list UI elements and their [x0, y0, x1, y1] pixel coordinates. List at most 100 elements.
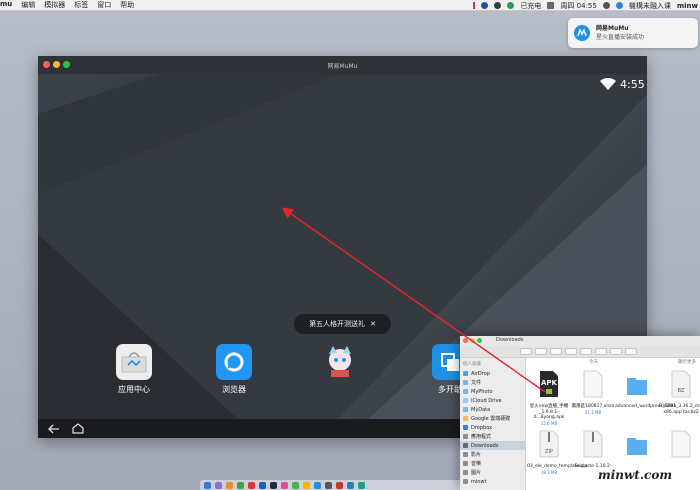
finder-titlebar[interactable]: Downloads	[460, 336, 700, 346]
zoom-window-button[interactable]	[63, 61, 70, 68]
dock-app-icon[interactable]	[303, 481, 310, 489]
browser-app[interactable]: 浏览器	[204, 344, 264, 395]
menu-help[interactable]: 帮助	[120, 0, 134, 10]
dock-app-icon[interactable]	[281, 481, 288, 489]
promo-close-icon[interactable]: ✕	[370, 320, 376, 328]
dock-app-icon[interactable]	[237, 481, 244, 489]
finder-toolbar	[460, 346, 700, 358]
dock-app-icon[interactable]	[358, 481, 365, 489]
minimize-window-button[interactable]	[53, 61, 60, 68]
menubar-end-text[interactable]: minw	[677, 2, 698, 10]
promo-toast[interactable]: 第五人格开测送礼 ✕	[294, 314, 391, 334]
sidebar-item-music[interactable]: 音樂	[463, 459, 525, 468]
sidebar-item-myphoto[interactable]: MyPhoto	[463, 387, 525, 396]
notification-banner[interactable]: 网易MuMu 星火直播安装成功	[568, 18, 698, 48]
dock-app-icon[interactable]	[314, 481, 321, 489]
sidebar-item-applications[interactable]: 應用程式	[463, 432, 525, 441]
dock-app-icon[interactable]	[347, 481, 354, 489]
flag-icon[interactable]	[547, 2, 555, 9]
gallery-view-button[interactable]	[565, 348, 577, 355]
dock-app-icon[interactable]	[248, 481, 255, 489]
tags-button[interactable]	[625, 348, 637, 355]
emulator-title: 网易MuMu	[327, 62, 358, 70]
menubar-menus: mu 编辑 模拟器 标签 窗口 帮助	[0, 0, 134, 10]
dock-finder-icon[interactable]	[204, 481, 211, 489]
sidebar-item-movies[interactable]: 影片	[463, 450, 525, 459]
charging-status[interactable]: 已充电	[520, 1, 541, 11]
zip-file-icon: ZIP	[539, 430, 559, 458]
file-item-folder-2[interactable]	[615, 430, 659, 464]
sidebar-item-home[interactable]: minwt	[463, 477, 525, 486]
archive-file-icon	[583, 430, 603, 458]
cloud-icon	[463, 398, 468, 403]
show-more-link[interactable]: 顯示更多	[678, 359, 696, 365]
clock-status[interactable]: 周四 04:55	[560, 1, 596, 11]
finder-minimize-button[interactable]	[470, 338, 475, 343]
file-item-apk[interactable]: APK 星火new直播_手機 _1.9.8.1-0...8yong.apk 15…	[527, 370, 571, 426]
dock-app-icon[interactable]	[336, 481, 343, 489]
game-app[interactable]	[310, 344, 370, 384]
file-item-xlsm[interactable]: 鳳凰區180817.xlsm 41.1 MB	[571, 370, 615, 415]
finder-title: Downloads	[496, 337, 524, 343]
menu-window[interactable]: 窗口	[97, 0, 111, 10]
sidebar-item-documents[interactable]: 文件	[463, 378, 525, 387]
notification-message: 星火直播安装成功	[596, 34, 645, 41]
sidebar-item-downloads[interactable]: Downloads	[460, 441, 526, 450]
browser-label: 浏览器	[222, 385, 246, 394]
dropbox-icon[interactable]	[494, 2, 502, 9]
watermark: minwt.com	[598, 468, 673, 482]
google-drive-icon	[463, 416, 468, 421]
share-button[interactable]	[610, 348, 622, 355]
dock-app-icon[interactable]	[292, 481, 299, 489]
file-item-bz2[interactable]: BZ FileZilla_3.36.2_macosx-x86.app.tar.b…	[659, 370, 700, 415]
column-view-button[interactable]	[550, 348, 562, 355]
siri-icon[interactable]	[615, 2, 623, 9]
pictures-icon	[463, 470, 468, 475]
close-window-button[interactable]	[43, 61, 50, 68]
svg-text:APK: APK	[541, 379, 558, 387]
dock-app-icon[interactable]	[226, 481, 233, 489]
menu-app[interactable]: mu	[0, 0, 12, 10]
line-icon[interactable]	[507, 2, 515, 9]
emulator-titlebar[interactable]: 网易MuMu	[38, 56, 647, 74]
home-icon	[72, 423, 84, 434]
folder-icon	[463, 380, 468, 385]
dock-app-icon[interactable]	[259, 481, 266, 489]
sidebar-item-icloud[interactable]: iCloud Drive	[463, 396, 525, 405]
sidebar-item-airdrop[interactable]: AirDrop	[463, 369, 525, 378]
app-store-app[interactable]: 应用中心	[104, 344, 164, 395]
user-status[interactable]: 機構未融入课	[629, 1, 671, 11]
dock-app-icon[interactable]	[325, 481, 332, 489]
file-item-zip[interactable]: ZIP 03_ele_demo_template.zip 18.3 MB	[527, 430, 587, 475]
file-item-snipaste[interactable]: Snipaste-1.16.2-	[571, 430, 615, 470]
back-button[interactable]	[46, 421, 62, 437]
menu-emulator[interactable]: 模拟器	[44, 0, 65, 10]
folder-file-icon	[627, 438, 647, 455]
group-button[interactable]	[580, 348, 592, 355]
dock-app-icon[interactable]	[215, 481, 222, 489]
menu-tabs[interactable]: 标签	[74, 0, 88, 10]
mumu-logo-icon	[574, 25, 590, 41]
sidebar-item-dropbox[interactable]: Dropbox	[463, 423, 525, 432]
app-status-icon[interactable]	[481, 2, 489, 9]
sidebar-item-pictures[interactable]: 圖片	[463, 468, 525, 477]
back-arrow-icon	[48, 424, 59, 433]
file-area-header: 今天 顯示更多	[527, 358, 700, 366]
action-button[interactable]	[595, 348, 607, 355]
file-item-folder[interactable]: advanced_wordpress_5891	[615, 370, 676, 410]
finder-zoom-button[interactable]	[477, 338, 482, 343]
home-button[interactable]	[70, 421, 86, 437]
dock-app-icon[interactable]	[270, 481, 277, 489]
sidebar-item-mydata[interactable]: MyData	[463, 405, 525, 414]
list-view-button[interactable]	[535, 348, 547, 355]
spotlight-icon[interactable]	[602, 2, 610, 9]
icon-view-button[interactable]	[520, 348, 532, 355]
record-icon[interactable]	[473, 2, 476, 9]
menu-edit[interactable]: 编辑	[21, 0, 35, 10]
file-item-document[interactable]	[659, 430, 700, 464]
archive-file-icon: BZ	[671, 370, 691, 398]
sidebar-item-google-drive[interactable]: Google 雲端硬碟	[463, 414, 525, 423]
finder-close-button[interactable]	[463, 338, 468, 343]
browser-icon	[216, 344, 252, 380]
home-folder-icon	[463, 479, 468, 484]
